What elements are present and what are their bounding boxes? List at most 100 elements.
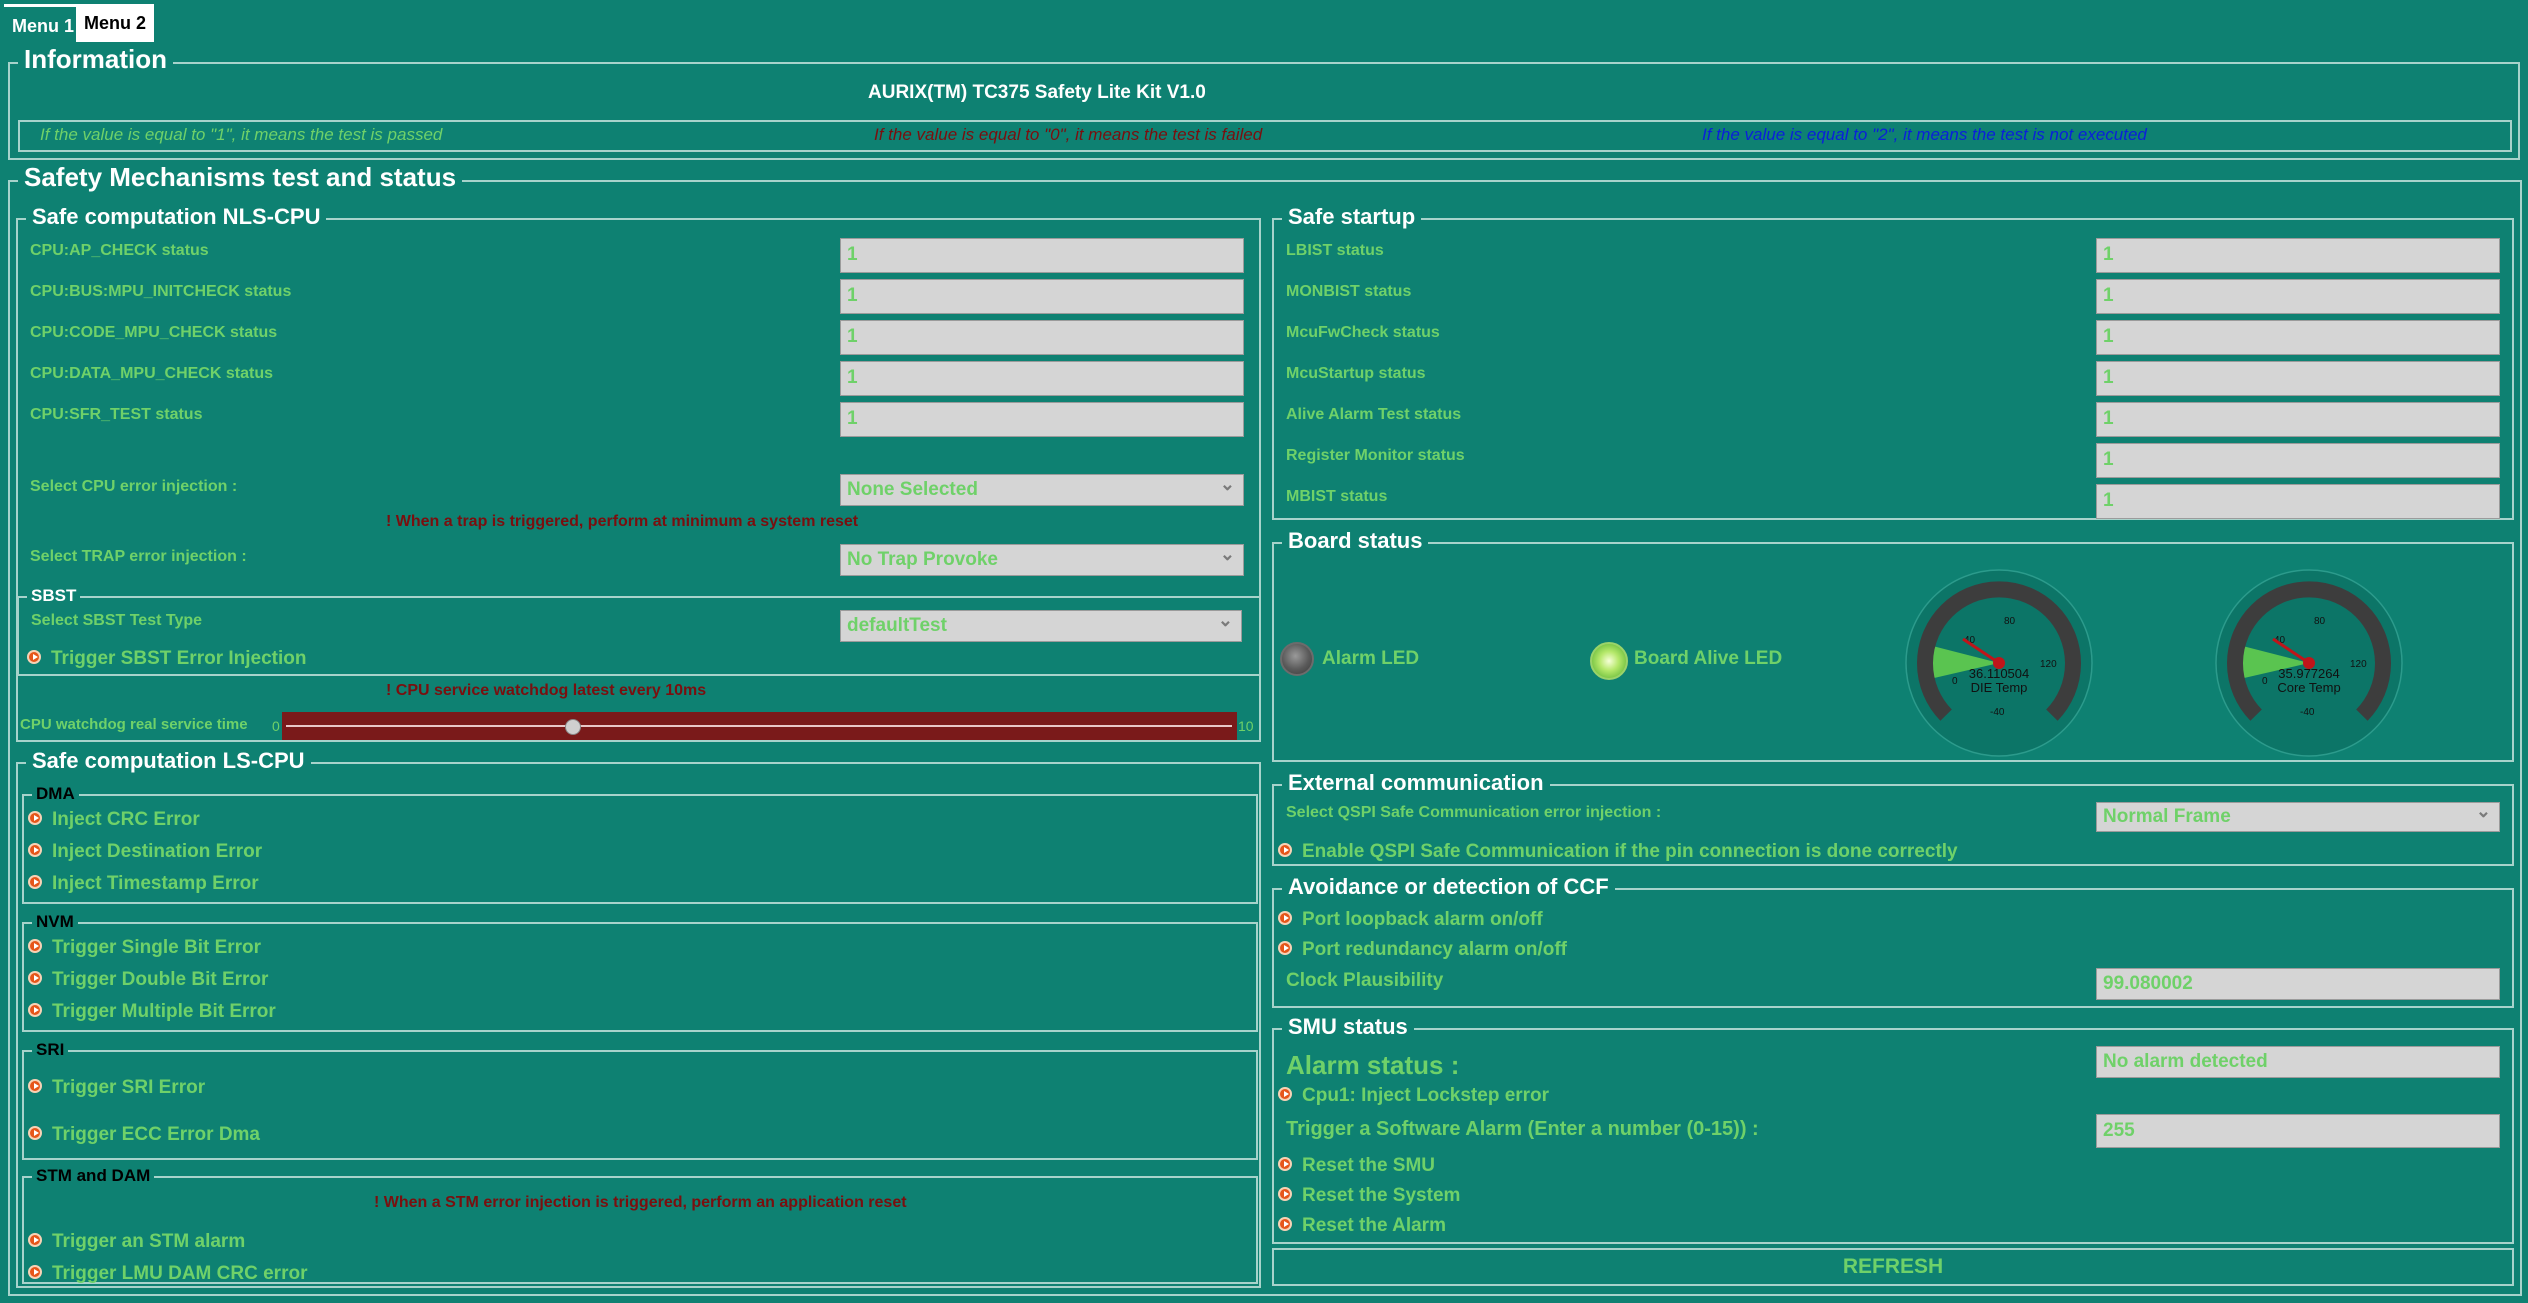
play-icon — [28, 1232, 42, 1247]
play-icon — [1278, 940, 1292, 955]
trigger-sri-error-button[interactable]: Trigger SRI Error — [28, 1076, 205, 1100]
cpu-error-injection-label: Select CPU error injection : — [30, 478, 238, 495]
gauge-tick-label: 0 — [1952, 676, 1958, 687]
alarm-status-value: No alarm detected — [2096, 1046, 2500, 1078]
reset-system-button[interactable]: Reset the System — [1278, 1184, 1460, 1208]
ccf-panel: Avoidance or detection of CCF Port loopb… — [1272, 874, 2514, 1008]
trigger-ecc-error-dma-button[interactable]: Trigger ECC Error Dma — [28, 1123, 260, 1147]
startup-row-value: 1 — [2096, 402, 2500, 437]
action-label: Port loopback alarm on/off — [1302, 909, 1543, 930]
nvm-legend: NVM — [32, 912, 78, 932]
inject-destination-error-button[interactable]: Inject Destination Error — [28, 840, 262, 864]
core-temp-value: 35.977264 — [2278, 666, 2339, 681]
cpu-error-injection-select[interactable]: None Selected — [840, 474, 1244, 506]
reset-smu-button[interactable]: Reset the SMU — [1278, 1154, 1435, 1178]
action-label: Reset the Alarm — [1302, 1215, 1446, 1236]
hint-box: If the value is equal to "1", it means t… — [18, 120, 2512, 152]
reset-alarm-button[interactable]: Reset the Alarm — [1278, 1214, 1446, 1238]
play-icon — [28, 1078, 42, 1093]
watchdog-label: CPU watchdog real service time — [20, 716, 248, 733]
stm-dam-panel: STM and DAM ! When a STM error injection… — [22, 1166, 1258, 1286]
action-label: Trigger ECC Error Dma — [52, 1124, 260, 1145]
trigger-sbst-label: Trigger SBST Error Injection — [51, 648, 307, 669]
startup-row-value: 1 — [2096, 238, 2500, 273]
inject-crc-error-button[interactable]: Inject CRC Error — [28, 808, 200, 832]
inject-timestamp-error-button[interactable]: Inject Timestamp Error — [28, 872, 259, 896]
nls-row-label: CPU:SFR_TEST status — [30, 406, 203, 423]
nls-cpu-legend: Safe computation NLS-CPU — [26, 204, 327, 230]
trigger-lmu-dam-crc-error-button[interactable]: Trigger LMU DAM CRC error — [28, 1262, 307, 1286]
trigger-stm-alarm-button[interactable]: Trigger an STM alarm — [28, 1230, 245, 1254]
sbst-panel: SBST Select SBST Test Type defaultTest T… — [17, 586, 1261, 676]
startup-row-value: 1 — [2096, 484, 2500, 519]
safe-startup-legend: Safe startup — [1282, 204, 1422, 230]
hint-pass: If the value is equal to "1", it means t… — [40, 125, 443, 144]
watchdog-slider[interactable] — [282, 712, 1237, 740]
trigger-sbst-button[interactable]: Trigger SBST Error Injection — [27, 647, 307, 671]
nls-row-value: 1 — [840, 320, 1244, 355]
play-icon — [28, 1264, 42, 1279]
trigger-double-bit-error-button[interactable]: Trigger Double Bit Error — [28, 968, 268, 992]
sbst-legend: SBST — [27, 586, 81, 606]
play-icon — [27, 649, 41, 664]
action-label: Reset the SMU — [1302, 1155, 1436, 1176]
startup-row-label: McuFwCheck status — [1286, 324, 1440, 341]
tab-menu-2[interactable]: Menu 2 — [76, 4, 155, 42]
action-label: Inject Timestamp Error — [52, 873, 259, 894]
board-alive-led-indicator — [1590, 642, 1628, 680]
software-alarm-input[interactable]: 255 — [2096, 1114, 2500, 1148]
alarm-led-indicator — [1280, 642, 1314, 676]
gauge-tick-label: 80 — [2314, 616, 2326, 627]
nls-row-value: 1 — [840, 361, 1244, 396]
nls-row-value: 1 — [840, 279, 1244, 314]
trigger-multiple-bit-error-button[interactable]: Trigger Multiple Bit Error — [28, 1000, 276, 1024]
action-label: Trigger Double Bit Error — [52, 969, 269, 990]
smu-panel: SMU status Alarm status : No alarm detec… — [1272, 1014, 2514, 1244]
watchdog-slider-handle[interactable] — [565, 719, 581, 735]
enable-qspi-button[interactable]: Enable QSPI Safe Communication if the pi… — [1278, 840, 1958, 864]
tab-menu-1[interactable]: Menu 1 — [4, 4, 83, 45]
sbst-test-type-select[interactable]: defaultTest — [840, 610, 1242, 642]
trigger-single-bit-error-button[interactable]: Trigger Single Bit Error — [28, 936, 261, 960]
nls-row-label: CPU:BUS:MPU_INITCHECK status — [30, 283, 292, 300]
play-icon — [1278, 1216, 1292, 1231]
trap-error-injection-select[interactable]: No Trap Provoke — [840, 544, 1244, 576]
nls-row-label: CPU:AP_CHECK status — [30, 242, 209, 259]
play-icon — [28, 810, 42, 825]
board-alive-led-label: Board Alive LED — [1634, 648, 1783, 669]
die-temp-value: 36.110504 — [1969, 666, 2030, 681]
gauge-tick-label: -40 — [2300, 707, 2315, 718]
startup-row-value: 1 — [2096, 279, 2500, 314]
alarm-led-label: Alarm LED — [1322, 648, 1420, 669]
dma-panel: DMA Inject CRC Error Inject Destination … — [22, 784, 1258, 904]
core-temp-gauge: 0 40 80 120 -40 35.977264 Core Temp — [2215, 569, 2403, 757]
play-icon — [28, 938, 42, 953]
trap-warning: ! When a trap is triggered, perform at m… — [386, 513, 859, 530]
gauge-tick-label: 120 — [2040, 659, 2057, 670]
inject-lockstep-error-button[interactable]: Cpu1: Inject Lockstep error — [1278, 1084, 1549, 1108]
stm-warning: ! When a STM error injection is triggere… — [374, 1194, 907, 1211]
qspi-error-injection-select[interactable]: Normal Frame — [2096, 802, 2500, 832]
watchdog-slider-track — [286, 725, 1232, 727]
play-icon — [1278, 910, 1292, 925]
startup-row-value: 1 — [2096, 443, 2500, 478]
kit-title: AURIX(TM) TC375 Safety Lite Kit V1.0 — [868, 82, 1206, 103]
nls-row-value: 1 — [840, 402, 1244, 437]
board-status-legend: Board status — [1282, 528, 1429, 554]
action-label: Trigger Multiple Bit Error — [52, 1001, 276, 1022]
core-temp-label: Core Temp — [2277, 680, 2340, 695]
nvm-panel: NVM Trigger Single Bit Error Trigger Dou… — [22, 912, 1258, 1032]
ccf-legend: Avoidance or detection of CCF — [1282, 874, 1615, 900]
startup-row-value: 1 — [2096, 320, 2500, 355]
port-redundancy-alarm-toggle[interactable]: Port redundancy alarm on/off — [1278, 938, 1567, 962]
port-loopback-alarm-toggle[interactable]: Port loopback alarm on/off — [1278, 908, 1543, 932]
refresh-button[interactable]: REFRESH — [1272, 1248, 2514, 1286]
sri-legend: SRI — [32, 1040, 69, 1060]
play-icon — [28, 1002, 42, 1017]
ls-cpu-panel: Safe computation LS-CPU DMA Inject CRC E… — [16, 748, 1261, 1288]
ls-cpu-legend: Safe computation LS-CPU — [26, 748, 311, 774]
action-label: Enable QSPI Safe Communication if the pi… — [1302, 841, 1958, 862]
nls-row-value: 1 — [840, 238, 1244, 273]
play-icon — [1278, 1156, 1292, 1171]
gauge-tick-label: 120 — [2350, 659, 2367, 670]
